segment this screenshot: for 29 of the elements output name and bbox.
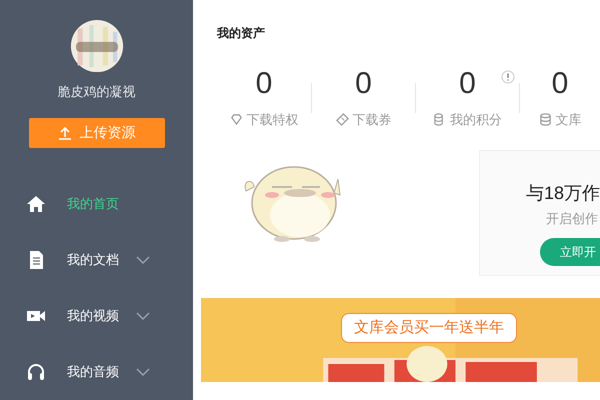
database-icon <box>538 113 552 126</box>
user-name: 脆皮鸡的凝视 <box>58 83 136 102</box>
section-title: 我的资产 <box>217 25 266 42</box>
stat-label: 文库 <box>556 111 582 129</box>
stat-value: 0 <box>355 68 372 100</box>
headphones-icon <box>26 362 46 382</box>
nav-label: 我的文档 <box>67 251 119 270</box>
upload-icon <box>58 126 72 140</box>
nav-item[interactable]: 我的音频 <box>0 344 193 400</box>
coin-stack-icon <box>433 113 446 126</box>
stat-label: 下载特权 <box>246 111 298 129</box>
nav-label: 我的首页 <box>67 195 119 214</box>
stat-value: 0 <box>459 68 476 100</box>
diamond-icon <box>230 113 242 126</box>
card-title: 与18万作 <box>526 182 600 204</box>
nav-item[interactable]: 我的文档 <box>0 232 193 288</box>
card-subtitle: 开启创作 <box>546 210 599 228</box>
nav-label: 我的音频 <box>67 363 119 382</box>
banner-tagline: 文库会员买一年送半年 <box>341 312 517 343</box>
stat-value: 0 <box>256 68 272 100</box>
info-icon[interactable] <box>501 70 515 84</box>
nav-item[interactable]: 我的视频 <box>0 288 193 344</box>
stat-label: 我的积分 <box>450 111 502 129</box>
ticket-icon <box>336 113 348 126</box>
nav-label: 我的视频 <box>67 307 119 326</box>
home-icon <box>26 194 46 214</box>
stat-label: 下载券 <box>352 111 392 129</box>
stat-value: 0 <box>552 68 568 100</box>
nav-item[interactable]: 我的首页 <box>0 176 193 232</box>
